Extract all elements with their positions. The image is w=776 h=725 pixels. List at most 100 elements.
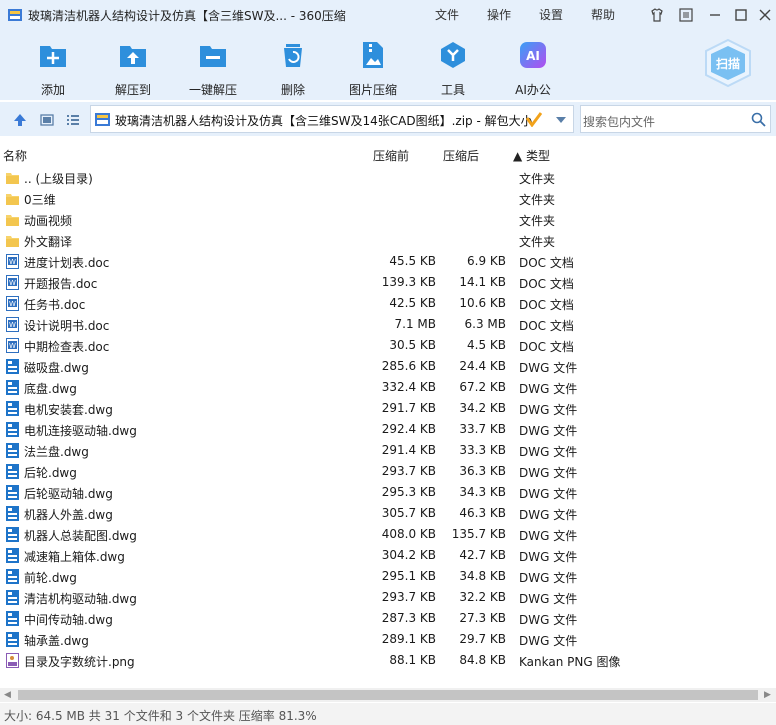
folder-icon xyxy=(6,170,19,185)
compressed-size: 84.8 KB xyxy=(459,653,506,667)
original-size: 295.1 KB xyxy=(381,569,436,583)
menu-icon[interactable] xyxy=(678,7,694,23)
dwg-icon xyxy=(6,569,19,584)
dwg-icon xyxy=(6,464,19,479)
add-button[interactable]: 添加 xyxy=(13,40,93,98)
app-window: 玻璃清洁机器人结构设计及仿真【含三维SW及... - 360压缩 文件 操作 设… xyxy=(0,0,776,725)
file-name: 法兰盘.dwg xyxy=(24,445,89,459)
column-type[interactable]: ▲ 类型 xyxy=(513,147,550,164)
file-row[interactable]: 底盘.dwg 332.4 KB 67.2 KB DWG 文件 xyxy=(0,377,776,398)
list-view-icon[interactable] xyxy=(66,113,80,127)
window-title: 玻璃清洁机器人结构设计及仿真【含三维SW及... - 360压缩 xyxy=(28,9,346,23)
file-type: 文件夹 xyxy=(519,235,556,249)
file-row[interactable]: 磁吸盘.dwg 285.6 KB 24.4 KB DWG 文件 xyxy=(0,356,776,377)
file-name: 中期检查表.doc xyxy=(24,340,110,354)
menu-settings[interactable]: 设置 xyxy=(539,6,563,23)
horizontal-scrollbar[interactable]: ◀ ▶ xyxy=(0,688,776,702)
menu-help[interactable]: 帮助 xyxy=(591,6,615,23)
dwg-icon xyxy=(6,380,19,395)
file-row[interactable]: W 进度计划表.doc 45.5 KB 6.9 KB DOC 文档 xyxy=(0,251,776,272)
compressed-size: 33.7 KB xyxy=(459,422,506,436)
compressed-size: 29.7 KB xyxy=(459,632,506,646)
chevron-down-icon[interactable] xyxy=(555,116,567,124)
file-type: DWG 文件 xyxy=(519,445,578,459)
file-row[interactable]: W 开题报告.doc 139.3 KB 14.1 KB DOC 文档 xyxy=(0,272,776,293)
status-text: 大小: 64.5 MB 共 31 个文件和 3 个文件夹 压缩率 81.3% xyxy=(4,709,317,723)
maximize-icon[interactable] xyxy=(733,7,749,23)
close-icon[interactable] xyxy=(757,7,773,23)
file-row[interactable]: W 任务书.doc 42.5 KB 10.6 KB DOC 文档 xyxy=(0,293,776,314)
file-name: 设计说明书.doc xyxy=(24,319,110,333)
scroll-left-icon[interactable]: ◀ xyxy=(4,690,11,700)
file-row[interactable]: 机器人外盖.dwg 305.7 KB 46.3 KB DWG 文件 xyxy=(0,503,776,524)
scrollbar-thumb[interactable] xyxy=(18,690,758,700)
file-row[interactable]: 清洁机构驱动轴.dwg 293.7 KB 32.2 KB DWG 文件 xyxy=(0,587,776,608)
dwg-icon xyxy=(6,548,19,563)
column-compressed-size[interactable]: 压缩后 xyxy=(443,147,479,164)
file-row[interactable]: 法兰盘.dwg 291.4 KB 33.3 KB DWG 文件 xyxy=(0,440,776,461)
folder-icon xyxy=(6,191,19,206)
folder-row[interactable]: 动画视频 文件夹 xyxy=(0,209,776,230)
file-name: 电机连接驱动轴.dwg xyxy=(24,424,137,438)
original-size: 7.1 MB xyxy=(394,317,436,331)
file-name: 中间传动轴.dwg xyxy=(24,613,113,627)
doc-icon: W xyxy=(6,254,19,269)
scan-button[interactable]: 扫描 xyxy=(702,38,754,88)
tools-icon xyxy=(441,42,465,68)
compressed-size: 46.3 KB xyxy=(459,506,506,520)
compressed-size: 24.4 KB xyxy=(459,359,506,373)
path-field[interactable]: 玻璃清洁机器人结构设计及仿真【含三维SW及14张CAD图纸】.zip - 解包大… xyxy=(90,105,574,133)
file-name: 进度计划表.doc xyxy=(24,256,110,270)
image-compress-label: 图片压缩 xyxy=(348,83,397,97)
file-row[interactable]: 目录及字数统计.png 88.1 KB 84.8 KB Kankan PNG 图像 xyxy=(0,650,776,671)
folder-row[interactable]: 0三维 文件夹 xyxy=(0,188,776,209)
doc-icon: W xyxy=(6,275,19,290)
file-name: 底盘.dwg xyxy=(24,382,77,396)
menu-operate[interactable]: 操作 xyxy=(487,6,511,23)
file-name: 减速箱上箱体.dwg xyxy=(24,550,125,564)
dwg-icon xyxy=(6,359,19,374)
file-row[interactable]: 轴承盖.dwg 289.1 KB 29.7 KB DWG 文件 xyxy=(0,629,776,650)
add-icon xyxy=(40,46,66,67)
original-size: 292.4 KB xyxy=(381,422,436,436)
file-name: 外文翻译 xyxy=(24,235,73,249)
column-name[interactable]: 名称 xyxy=(3,147,27,164)
scroll-right-icon[interactable]: ▶ xyxy=(764,690,771,700)
search-box[interactable]: 搜索包内文件 xyxy=(580,105,771,133)
doc-icon: W xyxy=(6,296,19,311)
svg-text:W: W xyxy=(9,279,16,287)
one-click-extract-button[interactable]: 一键解压 xyxy=(173,40,253,98)
skin-icon[interactable] xyxy=(649,7,665,23)
minimize-icon[interactable] xyxy=(707,7,723,23)
thumbnail-view-icon[interactable] xyxy=(40,113,54,127)
file-type: DOC 文档 xyxy=(519,340,574,354)
menu-file[interactable]: 文件 xyxy=(435,6,459,23)
file-row[interactable]: 电机安装套.dwg 291.7 KB 34.2 KB DWG 文件 xyxy=(0,398,776,419)
search-icon[interactable] xyxy=(751,112,766,127)
toolbar: 添加 解压到 一键解压 删除 图片压缩 工具 AI AI办公 扫描 xyxy=(0,30,776,100)
original-size: 293.7 KB xyxy=(381,590,436,604)
delete-button[interactable]: 删除 xyxy=(253,40,333,98)
original-size: 408.0 KB xyxy=(381,527,436,541)
image-compress-button[interactable]: 图片压缩 xyxy=(333,40,413,98)
tools-button[interactable]: 工具 xyxy=(413,40,493,98)
ai-office-button[interactable]: AI AI办公 xyxy=(493,40,573,98)
file-row[interactable]: W 设计说明书.doc 7.1 MB 6.3 MB DOC 文档 xyxy=(0,314,776,335)
delete-icon xyxy=(284,44,302,67)
file-row[interactable]: 减速箱上箱体.dwg 304.2 KB 42.7 KB DWG 文件 xyxy=(0,545,776,566)
extract-to-button[interactable]: 解压到 xyxy=(93,40,173,98)
file-row[interactable]: 中间传动轴.dwg 287.3 KB 27.3 KB DWG 文件 xyxy=(0,608,776,629)
folder-row[interactable]: .. (上级目录) 文件夹 xyxy=(0,167,776,188)
folder-row[interactable]: 外文翻译 文件夹 xyxy=(0,230,776,251)
file-row[interactable]: 前轮.dwg 295.1 KB 34.8 KB DWG 文件 xyxy=(0,566,776,587)
address-bar: 玻璃清洁机器人结构设计及仿真【含三维SW及14张CAD图纸】.zip - 解包大… xyxy=(0,102,776,136)
compressed-size: 34.8 KB xyxy=(459,569,506,583)
search-input[interactable]: 搜索包内文件 xyxy=(583,113,655,130)
file-row[interactable]: 电机连接驱动轴.dwg 292.4 KB 33.7 KB DWG 文件 xyxy=(0,419,776,440)
file-row[interactable]: 后轮.dwg 293.7 KB 36.3 KB DWG 文件 xyxy=(0,461,776,482)
file-row[interactable]: 机器人总装配图.dwg 408.0 KB 135.7 KB DWG 文件 xyxy=(0,524,776,545)
up-arrow-icon[interactable] xyxy=(13,113,27,127)
column-original-size[interactable]: 压缩前 xyxy=(373,147,409,164)
file-row[interactable]: W 中期检查表.doc 30.5 KB 4.5 KB DOC 文档 xyxy=(0,335,776,356)
file-row[interactable]: 后轮驱动轴.dwg 295.3 KB 34.3 KB DWG 文件 xyxy=(0,482,776,503)
